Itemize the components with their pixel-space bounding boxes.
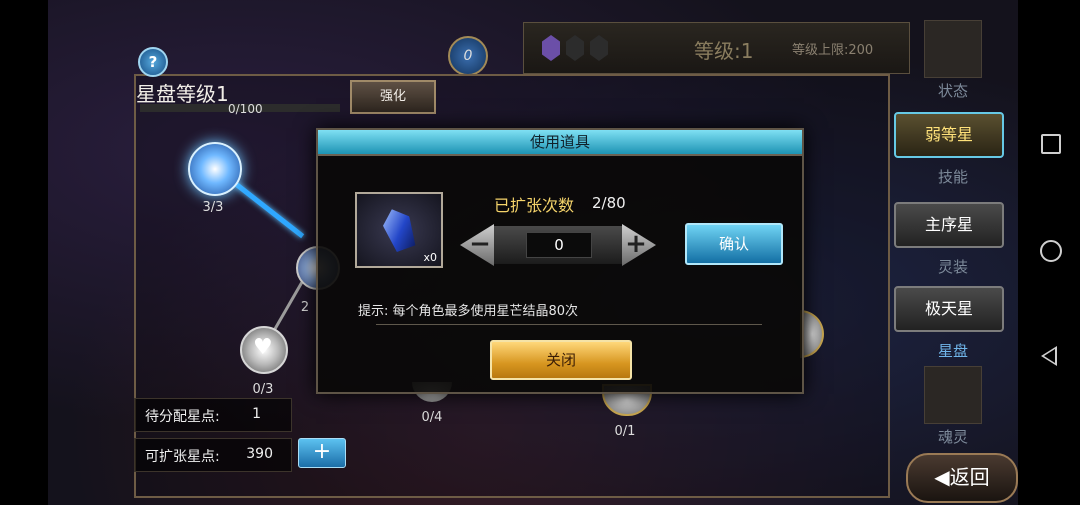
soul-label: 魂灵 <box>937 428 968 446</box>
game-screen: 等级:1 等级上限:200 0 状态 弱等星 技能 主序星 灵装 极天星 星盘 … <box>48 0 1018 505</box>
soul-icon[interactable] <box>924 366 982 424</box>
expandable-points-value: 390 <box>246 446 273 462</box>
status-icon[interactable] <box>924 20 982 78</box>
item-slot[interactable]: x0 <box>355 192 443 268</box>
weak-star-tab[interactable]: 弱等星 <box>894 112 1004 158</box>
level-limit: 等级上限:200 <box>792 43 874 58</box>
expand-count-label: 已扩张次数 <box>494 196 575 215</box>
star-gem-icon <box>590 35 608 61</box>
node-progress: 0/4 <box>421 410 443 425</box>
recents-icon[interactable] <box>1041 134 1061 154</box>
star-crystal-icon <box>379 204 420 253</box>
expandable-points-box: 可扩张星点: 390 <box>134 438 292 472</box>
quantity-field[interactable]: 0 <box>526 232 592 258</box>
ultra-star-tab[interactable]: 极天星 <box>894 286 1004 332</box>
node-progress: 0/1 <box>614 424 636 439</box>
help-button[interactable]: ? <box>138 47 168 77</box>
level-text: 等级:1 <box>694 39 754 63</box>
divider <box>376 324 762 325</box>
star-node-active[interactable] <box>188 142 242 196</box>
expand-count-value: 2/80 <box>592 194 626 212</box>
decrement-button[interactable]: − <box>460 224 494 266</box>
use-item-dialog: 使用道具 x0 已扩张次数 2/80 − 0 + 确认 提示: 每个角色最多使用… <box>316 128 804 394</box>
item-quantity: x0 <box>423 251 437 264</box>
panel-title: 星盘等级1 <box>136 82 229 106</box>
back-arrow-icon: ◀ <box>934 465 950 489</box>
return-label: 返回 <box>949 465 990 489</box>
return-button[interactable]: ◀返回 <box>906 453 1018 503</box>
node-progress: 3/3 <box>202 200 224 215</box>
status-label: 状态 <box>937 82 968 100</box>
increment-button[interactable]: + <box>622 224 656 266</box>
close-button[interactable]: 关闭 <box>490 340 632 380</box>
android-nav-bar <box>1018 0 1080 505</box>
main-star-tab[interactable]: 主序星 <box>894 202 1004 248</box>
add-points-button[interactable]: + <box>298 438 346 468</box>
confirm-button[interactable]: 确认 <box>685 223 783 265</box>
heart-icon: ♥ <box>253 335 273 360</box>
star-gem-icon <box>542 35 560 61</box>
pending-points-label: 待分配星点: <box>145 409 220 425</box>
spirit-label: 灵装 <box>937 258 968 276</box>
star-gem-icon <box>566 35 584 61</box>
level-bar: 等级:1 等级上限:200 <box>523 22 910 74</box>
star-disk-label: 星盘 <box>937 342 968 360</box>
dialog-title: 使用道具 <box>318 130 802 154</box>
node-progress: 0/3 <box>252 382 274 397</box>
home-icon[interactable] <box>1040 240 1062 262</box>
skill-label: 技能 <box>937 168 968 186</box>
star-node-heart[interactable]: ♥ <box>240 326 288 374</box>
expandable-points-label: 可扩张星点: <box>145 449 220 465</box>
pending-points-value: 1 <box>252 406 261 422</box>
enhance-button[interactable]: 强化 <box>350 80 436 114</box>
divider <box>318 154 802 156</box>
coin-icon: 0 <box>448 36 488 76</box>
back-icon[interactable] <box>1041 346 1057 366</box>
node-progress: 2 <box>300 300 310 315</box>
hint-text: 提示: 每个角色最多使用星芒结晶80次 <box>358 304 579 319</box>
level-progress-text: 0/100 <box>228 102 263 116</box>
pending-points-box: 待分配星点: 1 <box>134 398 292 432</box>
